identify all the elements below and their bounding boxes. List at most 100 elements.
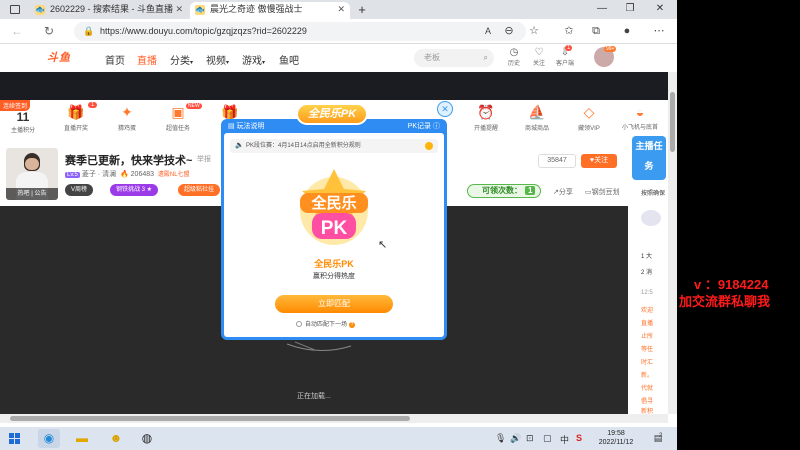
report-link[interactable]: 举报 bbox=[197, 154, 211, 164]
signin-card[interactable]: 连续签到 11 主播积分 bbox=[0, 100, 46, 136]
match-now-button[interactable]: 立即匹配 bbox=[275, 295, 393, 313]
windows-start-icon[interactable] bbox=[9, 433, 20, 444]
signin-count: 11 bbox=[16, 110, 30, 124]
remain-count[interactable]: 可领次数： 1 bbox=[467, 184, 541, 198]
radio-icon[interactable] bbox=[296, 321, 302, 327]
share-button[interactable]: ↗分享 bbox=[553, 187, 573, 197]
douyu-tab-icon: 🐟 bbox=[35, 5, 45, 15]
overlay-group-text: 加交流群私聊我 bbox=[679, 294, 771, 309]
task-label: 小飞机与底首 bbox=[621, 125, 658, 131]
streamer-task-banner[interactable]: 主播任务 bbox=[632, 136, 666, 180]
help-icon[interactable]: ? bbox=[349, 322, 356, 328]
mode-subtitle: 赢积分得热度 bbox=[313, 273, 355, 280]
chat-item: 12:5 bbox=[641, 290, 653, 296]
douyu-app-icon[interactable]: ☻ bbox=[105, 429, 127, 448]
vertical-scrollbar[interactable] bbox=[668, 72, 677, 414]
chat-item: 新。 bbox=[641, 373, 654, 379]
nav-game[interactable]: 游戏▾ bbox=[242, 52, 265, 67]
close-icon[interactable]: ✕ bbox=[437, 101, 453, 117]
rules-link[interactable]: ▤ 玩法说明 bbox=[228, 121, 265, 131]
level-badge: Lv.5 bbox=[65, 172, 80, 178]
follow-button[interactable]: ♥关注 bbox=[581, 154, 617, 168]
new-tab-button[interactable]: + bbox=[352, 2, 372, 19]
notification-icon[interactable]: ▤ 2 bbox=[651, 431, 665, 445]
coin-icon bbox=[425, 142, 433, 150]
ime-indicator[interactable]: 中 bbox=[560, 433, 569, 446]
tab-live-room[interactable]: 🐟 晨光之奇迹 傲慢强战士 ✕ bbox=[190, 2, 350, 19]
sogou-ime-icon[interactable]: S bbox=[576, 433, 582, 443]
logo-text: 斗鱼 bbox=[47, 52, 71, 64]
tab-actions-button[interactable] bbox=[2, 2, 28, 19]
weekly-rank-button[interactable]: V周榜 bbox=[65, 184, 94, 196]
volume-icon[interactable]: 🔊 bbox=[510, 433, 521, 444]
fan-badge-button[interactable]: 超级粘社挂 bbox=[178, 184, 221, 196]
nav-fishbar[interactable]: 鱼吧 bbox=[279, 52, 299, 67]
chat-item: 直播 bbox=[641, 321, 654, 327]
close-tab-icon[interactable]: ✕ bbox=[175, 2, 183, 17]
task-draw[interactable]: 🎁 直播开奖 bbox=[56, 104, 96, 132]
book-icon: ▤ bbox=[228, 123, 237, 130]
history-button[interactable]: ◷ 历史 bbox=[503, 47, 525, 67]
search-icon[interactable]: ⌕ bbox=[484, 49, 488, 67]
edge-icon[interactable]: ◉ bbox=[38, 429, 60, 448]
horizontal-scrollbar[interactable] bbox=[0, 414, 668, 423]
microphone-icon[interactable]: 🎙 bbox=[495, 433, 506, 444]
auto-match-label: 自动匹配下一场 bbox=[305, 322, 348, 328]
profile-icon[interactable]: ● bbox=[618, 23, 636, 40]
display-icon[interactable]: ▢ bbox=[543, 433, 552, 444]
close-tab-icon[interactable]: ✕ bbox=[337, 2, 345, 17]
obs-icon[interactable]: ◍ bbox=[136, 429, 158, 448]
collections-icon[interactable]: ⧉ bbox=[587, 23, 605, 40]
nav-video[interactable]: 视频▾ bbox=[206, 52, 229, 67]
favorite-add-icon[interactable]: ☆ bbox=[525, 23, 543, 40]
nav-home[interactable]: 首页 bbox=[105, 52, 125, 67]
player-decoration bbox=[286, 341, 352, 352]
streamer-avatar[interactable]: 热吧 | 公告 bbox=[6, 148, 58, 200]
chat-item: 2 消 bbox=[641, 270, 653, 276]
more-icon[interactable]: ⋯ bbox=[650, 23, 668, 40]
avatar-caption: 热吧 | 公告 bbox=[6, 188, 58, 200]
task-shop[interactable]: ⛵ 商城商品 bbox=[517, 104, 557, 132]
douyu-logo[interactable]: 斗鱼 bbox=[47, 49, 95, 67]
read-aloud-icon[interactable]: A bbox=[479, 23, 497, 40]
url-input[interactable]: 🔒 https://www.douyu.com/topic/gzqjzqzs?r… bbox=[74, 22, 526, 41]
task-reminder[interactable]: ⏰ 开播提醒 bbox=[466, 104, 506, 132]
team-tag[interactable]: 遗殿NL七盟 bbox=[158, 172, 190, 178]
streamer-name[interactable]: 菱子 · 清澜 bbox=[82, 171, 116, 178]
task-label: 藏领VIP bbox=[578, 126, 600, 132]
restore-icon[interactable]: ❐ bbox=[617, 1, 643, 17]
modal-title-badge: 全民乐PK bbox=[296, 103, 368, 125]
system-clock[interactable]: 19:58 2022/11/12 bbox=[592, 429, 640, 447]
remain-number: 1 bbox=[525, 186, 536, 195]
ufo-icon: ◒ bbox=[635, 104, 645, 120]
chat-item: 倡寻 bbox=[641, 399, 654, 405]
pk-notice: 🔈 PK段位赛：4月14日14点启用全新积分规则 bbox=[230, 139, 438, 153]
favorites-icon[interactable]: ✩ bbox=[560, 23, 578, 40]
pk-record-link[interactable]: PK记录 ⓘ bbox=[408, 121, 440, 131]
refresh-icon[interactable]: ↻ bbox=[40, 23, 58, 40]
client-open-button[interactable]: ▭钢剑豆划 bbox=[585, 187, 620, 197]
chat-item: 代就 bbox=[641, 386, 654, 392]
auto-match-option[interactable]: 自动匹配下一场? bbox=[296, 319, 356, 328]
info-icon: ⓘ bbox=[433, 123, 440, 130]
back-icon[interactable]: ← bbox=[8, 23, 26, 40]
zoom-icon[interactable]: ⊖ bbox=[500, 23, 518, 40]
challenge-button[interactable]: 钢铁挑战 3 ★ bbox=[110, 184, 159, 196]
search-input[interactable]: 老板 ⌕ bbox=[414, 49, 494, 67]
scroll-thumb[interactable] bbox=[10, 416, 410, 421]
file-explorer-icon[interactable]: ▬ bbox=[71, 429, 93, 448]
minimize-icon[interactable]: — bbox=[589, 1, 615, 17]
nav-category[interactable]: 分类▾ bbox=[170, 52, 193, 67]
close-window-icon[interactable]: ✕ bbox=[647, 1, 673, 17]
nav-label: 视频 bbox=[206, 56, 226, 67]
task-vip[interactable]: ◇ 藏领VIP bbox=[569, 104, 609, 132]
task-label: 超值任务 bbox=[165, 126, 190, 132]
follow-list-button[interactable]: ♡ 关注 bbox=[528, 47, 550, 67]
network-icon[interactable]: ⊡ bbox=[526, 433, 534, 444]
nav-live[interactable]: 直播 bbox=[137, 52, 157, 67]
task-guess[interactable]: ✦ 猜鸡蛋 bbox=[107, 104, 147, 132]
tab-search-results[interactable]: 🐟 2602229 - 搜索结果 - 斗鱼直播 ✕ bbox=[30, 2, 188, 19]
task-plane[interactable]: ◒ 小飞机与底首 bbox=[620, 104, 660, 131]
start-square bbox=[9, 433, 14, 438]
scroll-thumb[interactable] bbox=[670, 92, 675, 152]
